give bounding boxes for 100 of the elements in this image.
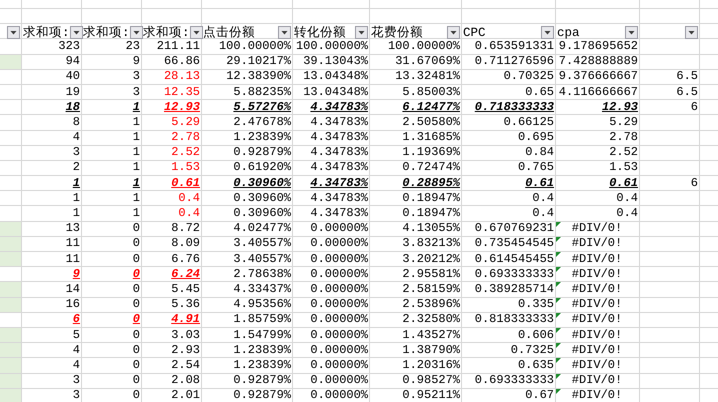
- table-cell: 3.83213%: [402, 237, 460, 250]
- filter-dropdown-button[interactable]: [355, 26, 368, 40]
- table-cell: 0.4: [532, 207, 554, 220]
- table-cell: 0.4: [532, 192, 554, 205]
- filter-dropdown-button[interactable]: [685, 26, 698, 40]
- table-cell: 28.13: [164, 70, 200, 84]
- filter-dropdown-button[interactable]: [70, 26, 83, 40]
- table-cell: 4.34783%: [310, 192, 368, 205]
- table-cell: 0.00000%: [310, 328, 368, 342]
- table-cell: 6.76: [171, 252, 200, 266]
- table-cell: 5.45: [171, 282, 200, 296]
- table-cell: 0.614545455: [474, 252, 554, 266]
- table-cell: 1: [132, 116, 140, 129]
- table-cell: 100.00000%: [296, 40, 368, 53]
- table-cell: 6.24: [171, 268, 200, 281]
- table-cell: 0.95211%: [402, 389, 460, 402]
- table-cell: 11: [66, 252, 80, 266]
- table-cell: 6.12477%: [402, 100, 460, 114]
- table-cell: 9: [72, 268, 80, 281]
- table-cell: 4.34783%: [310, 207, 368, 220]
- filter-dropdown-button[interactable]: [447, 26, 460, 40]
- table-cell: 1: [132, 192, 140, 205]
- table-cell: 5: [72, 328, 80, 342]
- table-cell: 9: [132, 55, 140, 68]
- filter-dropdown-button[interactable]: [190, 26, 203, 40]
- table-cell: 4.34783%: [310, 100, 368, 114]
- table-cell: 1: [72, 176, 80, 190]
- table-cell: 13.32481%: [395, 70, 460, 84]
- filter-dropdown-button[interactable]: [130, 26, 143, 40]
- table-cell: 12.93: [602, 100, 638, 114]
- table-cell: 13.04348%: [303, 86, 368, 99]
- table-cell: 11: [66, 237, 80, 250]
- filter-dropdown-button[interactable]: [625, 26, 638, 40]
- table-cell: 100.00000%: [388, 40, 460, 53]
- table-cell: #DIV/0!: [572, 313, 622, 326]
- table-cell: 19: [66, 86, 80, 99]
- table-cell: #DIV/0!: [572, 344, 622, 357]
- table-cell: 0.61: [609, 176, 638, 190]
- table-cell: 12.35: [164, 86, 200, 99]
- table-cell: 1.53: [171, 161, 200, 174]
- table-cell: 0.670769231: [474, 222, 554, 236]
- table-cell: 2.52: [609, 146, 638, 160]
- table-cell: 3.40557%: [233, 237, 291, 250]
- table-cell: 0.7325: [510, 344, 554, 357]
- table-cell: 2.53896%: [402, 298, 460, 312]
- table-cell: #DIV/0!: [572, 237, 622, 250]
- column-header: 求和项:: [83, 24, 130, 41]
- column-header: 点击份额: [203, 24, 255, 41]
- table-cell: 0: [132, 282, 140, 296]
- table-cell: 13.04348%: [303, 70, 368, 84]
- table-cell: 3: [72, 389, 80, 402]
- table-cell: 2.95581%: [402, 268, 460, 281]
- filter-dropdown-button[interactable]: [278, 26, 291, 40]
- table-cell: #DIV/0!: [572, 358, 622, 372]
- table-cell: 23: [126, 40, 140, 53]
- table-cell: 1: [132, 146, 140, 160]
- table-cell: 0.66125: [504, 116, 554, 129]
- table-cell: 0.718333333: [474, 100, 554, 114]
- table-cell: 0.389285714: [474, 282, 554, 296]
- filter-dropdown-button[interactable]: [541, 26, 554, 40]
- table-cell: #DIV/0!: [572, 389, 622, 402]
- table-cell: 1.19369%: [402, 146, 460, 160]
- table-cell: 4.34783%: [310, 161, 368, 174]
- table-cell: 0.00000%: [310, 389, 368, 402]
- table-cell: 0.765: [518, 161, 554, 174]
- table-cell: 3.03: [171, 328, 200, 342]
- table-cell: 1.53: [609, 161, 638, 174]
- table-cell: 0.18947%: [402, 192, 460, 205]
- table-cell: 0.30960%: [233, 176, 291, 190]
- table-cell: 1.31685%: [402, 131, 460, 144]
- column-header: cpa: [557, 26, 580, 40]
- table-cell: 0.00000%: [310, 358, 368, 372]
- table-cell: 0.65: [525, 86, 554, 99]
- table-cell: 0.00000%: [310, 374, 368, 388]
- table-cell: 94: [66, 55, 80, 68]
- table-cell: 1.23839%: [233, 344, 291, 357]
- table-cell: 0.00000%: [310, 282, 368, 296]
- table-cell: 0: [132, 222, 140, 236]
- table-cell: 4.34783%: [310, 131, 368, 144]
- table-cell: 2.78638%: [233, 268, 291, 281]
- table-cell: 0.335: [518, 298, 554, 312]
- table-cell: 0.92879%: [233, 389, 291, 402]
- table-cell: 2.01: [171, 389, 200, 402]
- table-cell: 5.29: [609, 116, 638, 129]
- table-cell: 1.38790%: [402, 344, 460, 357]
- table-cell: 6.5: [676, 70, 698, 84]
- table-cell: #DIV/0!: [572, 222, 622, 236]
- filter-dropdown-button[interactable]: [7, 26, 20, 40]
- table-cell: 6: [690, 176, 698, 190]
- table-cell: 0.00000%: [310, 268, 368, 281]
- table-cell: #DIV/0!: [572, 268, 622, 281]
- table-cell: 0.72474%: [402, 161, 460, 174]
- table-cell: 1.54799%: [233, 328, 291, 342]
- table-cell: 1: [132, 207, 140, 220]
- table-cell: 8.09: [171, 237, 200, 250]
- table-cell: 0: [132, 252, 140, 266]
- table-cell: 4.34783%: [310, 176, 368, 190]
- table-cell: 2.32580%: [402, 313, 460, 326]
- table-cell: 0.4: [178, 192, 200, 205]
- table-cell: 100.00000%: [218, 40, 291, 53]
